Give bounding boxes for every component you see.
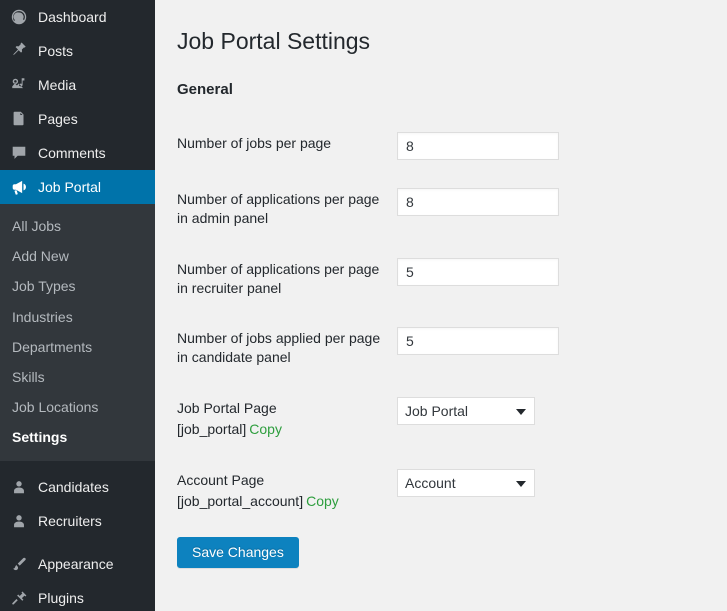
copy-shortcode-link[interactable]: Copy [306,493,339,509]
sidebar-item-label: Comments [38,145,106,161]
sidebar-item-comments[interactable]: Comments [0,136,155,170]
page-select[interactable]: Job Portal [397,397,535,426]
page-select-cell: Account [397,455,707,527]
shortcode-line: [job_portal_account] Copy [177,492,387,511]
sidebar-item-label: Dashboard [38,9,107,25]
comments-icon [9,143,29,163]
sidebar-item-label: Recruiters [38,512,102,529]
plug-icon [9,588,29,608]
page-select[interactable]: Account [397,469,535,498]
select-wrapper: Account [397,469,535,498]
sidebar-item-job-portal[interactable]: Job Portal [0,170,163,204]
field-control-cell [397,118,707,174]
field-label: Number of jobs applied per page in candi… [177,330,381,366]
submenu-item-job-locations[interactable]: Job Locations [0,392,155,422]
sidebar-lower-menu: Candidates Recruiters [0,470,155,538]
page-title: Job Portal Settings [177,28,371,54]
paintbrush-icon [9,554,29,574]
settings-row-page: Account Page [job_portal_account] Copy Acco… [177,455,707,527]
submenu-item-settings[interactable]: Settings [0,422,155,452]
number-input[interactable] [397,257,559,286]
settings-row: Number of applications per page in recru… [177,244,707,314]
copy-shortcode-link[interactable]: Copy [249,421,282,437]
pin-icon [9,41,29,61]
sidebar-item-plugins[interactable]: Plugins [0,581,155,611]
sidebar-item-dashboard[interactable]: Dashboard [0,0,155,34]
sidebar-item-label: Candidates [38,478,109,495]
sidebar-item-label: Pages [38,111,78,127]
field-label: Number of applications per page in admin… [177,190,380,226]
number-input[interactable] [397,187,559,216]
page-field-label: Job Portal Page [job_portal] Copy [177,383,397,455]
settings-row: Number of applications per page in admin… [177,174,707,244]
job-portal-submenu: All Jobs Add New Job Types Industries Depart… [0,204,155,461]
sidebar-item-media[interactable]: Media [0,68,155,102]
settings-row: Number of jobs applied per page in candi… [177,313,707,383]
submenu-item-departments[interactable]: Departments [0,332,155,362]
sidebar-item-label: Media [38,77,77,93]
field-label: Number of applications per page in recru… [177,260,380,296]
user-icon [9,477,29,497]
wordpress-admin-screen: Dashboard Posts Media Pages Comments Job Port… [0,0,727,611]
settings-row: Number of jobs per page [177,118,707,174]
field-control-cell [397,244,707,314]
submenu-item-all-jobs[interactable]: All Jobs [0,211,155,241]
page-field-title: Job Portal Page [177,400,277,417]
sidebar-footer-menu: Appearance Plugins [0,547,155,611]
sidebar-item-recruiters[interactable]: Recruiters [0,504,155,538]
settings-content: Job Portal Settings General Number of jo… [155,0,727,611]
media-icon [9,75,29,95]
submenu-item-add-new[interactable]: Add New [0,241,155,271]
field-control-cell [397,174,707,244]
user-icon [9,511,29,531]
field-label: Number of jobs per page [177,134,332,151]
sidebar-item-candidates[interactable]: Candidates [0,470,155,504]
menu-separator-2 [0,538,155,547]
sidebar-top-menu: Dashboard Posts Media Pages Comments Job Port… [0,0,163,204]
shortcode-text: [job_portal] [177,421,247,438]
megaphone-icon [9,177,29,197]
page-field-title: Account Page [177,472,265,489]
page-select-cell: Job Portal [397,383,707,455]
number-input[interactable] [397,327,559,356]
sidebar-item-label: Job Portal [38,179,102,195]
field-control-cell [397,313,707,383]
settings-form-table: Number of jobs per page Number of applica… [177,118,707,527]
sidebar-item-pages[interactable]: Pages [0,102,155,136]
dashboard-icon [9,7,29,27]
page-field-label: Account Page [job_portal_account] Copy [177,455,397,527]
submenu-item-job-types[interactable]: Job Types [0,271,155,301]
sidebar-item-label: Posts [38,43,74,59]
sidebar-item-label: Appearance [38,555,114,572]
sidebar-item-appearance[interactable]: Appearance [0,547,155,581]
section-title-general: General [177,80,233,98]
settings-row-page: Job Portal Page [job_portal] Copy Job Porta… [177,383,707,455]
sidebar-item-posts[interactable]: Posts [0,34,155,68]
menu-separator [0,461,155,470]
sidebar-item-label: Plugins [38,589,84,606]
pages-icon [9,109,29,129]
shortcode-line: [job_portal] Copy [177,420,387,439]
submenu-item-industries[interactable]: Industries [0,302,155,332]
shortcode-text: [job_portal_account] [177,492,304,509]
select-wrapper: Job Portal [397,397,535,426]
save-changes-button[interactable]: Save Changes [177,536,299,568]
admin-sidebar: Dashboard Posts Media Pages Comments Job Port… [0,0,163,611]
submenu-item-skills[interactable]: Skills [0,362,155,392]
number-input[interactable] [397,131,559,160]
